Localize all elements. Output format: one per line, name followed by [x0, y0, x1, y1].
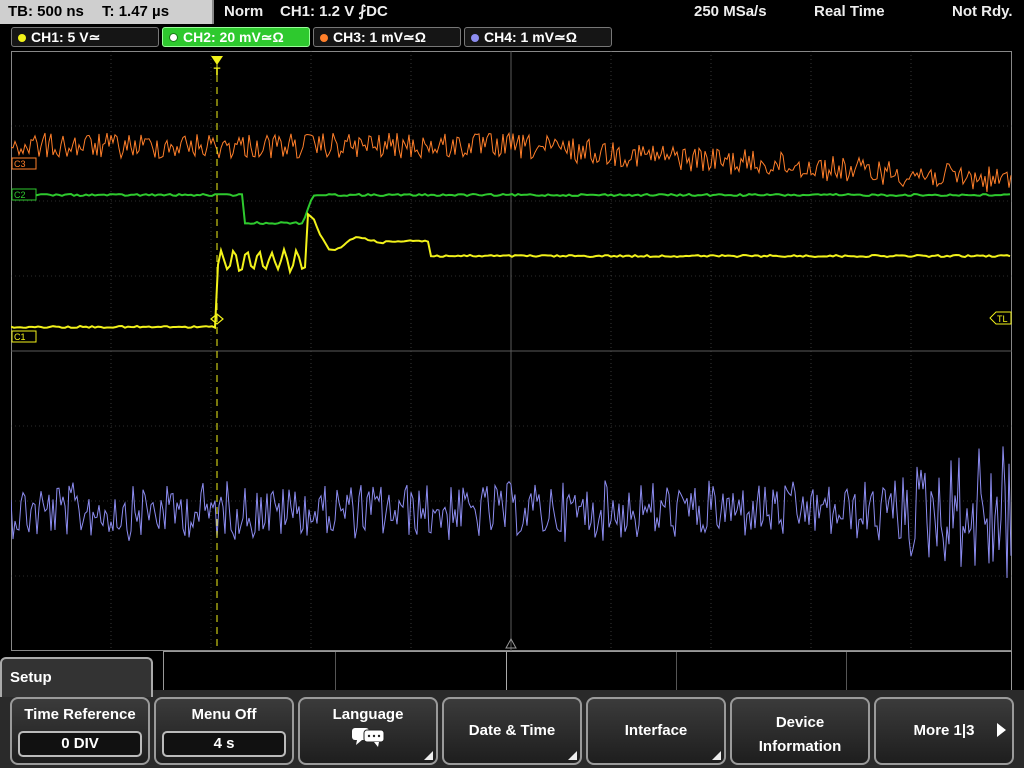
- ch1-dot-icon: [18, 34, 26, 42]
- next-arrow-icon: [997, 723, 1006, 737]
- time-reference-button[interactable]: Time Reference 0 DIV: [10, 697, 150, 765]
- sample-rate: 250 MSa/s: [694, 3, 767, 20]
- svg-text:C3: C3: [14, 159, 26, 169]
- channel-tab-ch2[interactable]: CH2: 20 mV≃Ω: [162, 27, 310, 47]
- ch3-label: CH3: 1 mV≃Ω: [333, 29, 426, 45]
- ch1-label: CH1: 5 V≃: [31, 29, 101, 45]
- history-bar: [163, 651, 1012, 693]
- timebase-box[interactable]: TB: 500 ns T: 1.47 µs: [0, 0, 214, 24]
- svg-text:TL: TL: [997, 314, 1008, 324]
- device-information-line1: Device: [775, 714, 825, 731]
- svg-text:C2: C2: [14, 190, 26, 200]
- speech-bubbles-icon: [352, 728, 385, 747]
- menu-off-label: Menu Off: [191, 706, 257, 723]
- date-time-label: Date & Time: [468, 722, 556, 739]
- ch4-dot-icon: [471, 34, 479, 42]
- waveform-canvas[interactable]: T C3 C2 C1 TL: [11, 51, 1012, 651]
- trigger-setting[interactable]: CH1: 1.2 V ⨏DC: [280, 0, 388, 24]
- device-information-line2: Information: [758, 738, 842, 755]
- acquisition-mode: Real Time: [814, 3, 885, 20]
- trigger-position-label: T: [214, 66, 221, 78]
- c3-marker[interactable]: C3: [11, 157, 37, 170]
- channel-tab-ch1[interactable]: CH1: 5 V≃: [11, 27, 159, 47]
- channel-tab-ch3[interactable]: CH3: 1 mV≃Ω: [313, 27, 461, 47]
- more-label: More 1|3: [913, 722, 975, 739]
- menu-off-value[interactable]: 4 s: [162, 731, 286, 757]
- c1-marker[interactable]: C1: [11, 330, 37, 343]
- submenu-corner-icon: [712, 751, 721, 760]
- language-button[interactable]: Language: [298, 697, 438, 765]
- interface-label: Interface: [624, 722, 688, 739]
- grid-lines: [11, 51, 1012, 651]
- ch4-label: CH4: 1 mV≃Ω: [484, 29, 577, 45]
- submenu-corner-icon: [568, 751, 577, 760]
- time-reference-value[interactable]: 0 DIV: [18, 731, 142, 757]
- ch2-label: CH2: 20 mV≃Ω: [183, 29, 284, 45]
- menu-off-button[interactable]: Menu Off 4 s: [154, 697, 294, 765]
- submenu-corner-icon: [424, 751, 433, 760]
- timebase-value: TB: 500 ns: [8, 3, 84, 20]
- svg-text:C1: C1: [14, 332, 26, 342]
- language-label: Language: [332, 706, 404, 723]
- trigger-mode[interactable]: Norm: [224, 0, 263, 24]
- trigger-time-value: T: 1.47 µs: [102, 3, 170, 20]
- time-reference-label: Time Reference: [24, 706, 136, 723]
- acquisition-state: Not Rdy.: [952, 3, 1013, 20]
- more-button[interactable]: More 1|3: [874, 697, 1014, 765]
- status-bar: TB: 500 ns T: 1.47 µs Norm CH1: 1.2 V ⨏D…: [0, 0, 1024, 24]
- interface-button[interactable]: Interface: [586, 697, 726, 765]
- channel-tab-ch4[interactable]: CH4: 1 mV≃Ω: [464, 27, 612, 47]
- c2-marker[interactable]: C2: [11, 188, 37, 201]
- date-time-button[interactable]: Date & Time: [442, 697, 582, 765]
- menu-title: Setup: [0, 657, 153, 697]
- ch3-dot-icon: [320, 34, 328, 42]
- ch2-dot-icon: [169, 33, 178, 42]
- device-information-button[interactable]: Device Information: [730, 697, 870, 765]
- trigger-position-icon[interactable]: [211, 56, 223, 65]
- trigger-level-marker[interactable]: TL: [989, 311, 1012, 325]
